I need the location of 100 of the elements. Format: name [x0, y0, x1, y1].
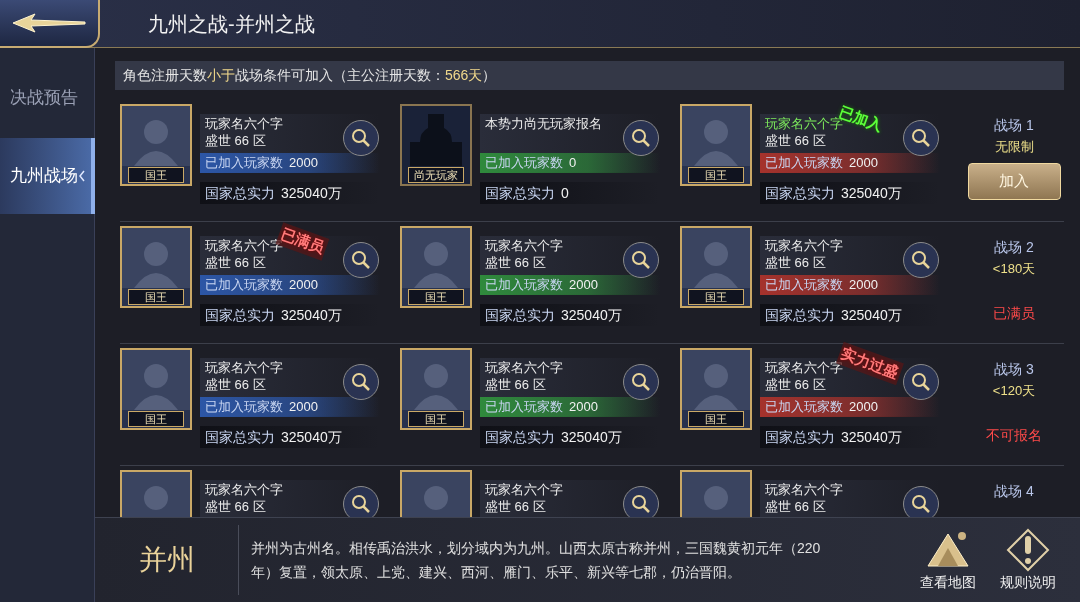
search-button[interactable] — [903, 242, 939, 278]
server-name: 盛世 66 区 — [205, 498, 267, 515]
portrait-placeholder — [402, 228, 470, 288]
search-button[interactable] — [903, 486, 939, 517]
chevron-left-icon — [79, 170, 85, 182]
power-value: 325040万 — [281, 183, 342, 203]
search-button[interactable] — [903, 364, 939, 400]
search-icon — [351, 494, 371, 514]
joined-label: 已加入玩家数 — [765, 154, 843, 173]
power-value: 325040万 — [281, 427, 342, 447]
power-label: 国家总实力 — [485, 183, 555, 203]
rank-label: 国王 — [128, 289, 184, 305]
power-label: 国家总实力 — [485, 305, 555, 325]
battlefield-label: 战场 4 — [994, 482, 1034, 501]
sidebar-tab[interactable]: 决战预告 — [0, 78, 95, 118]
joined-label: 已加入玩家数 — [205, 154, 283, 173]
battlefield-status: 不可报名 — [986, 426, 1042, 445]
join-condition-notice: 角色注册天数小于战场条件可加入（主公注册天数：566天） — [115, 61, 1064, 90]
battlefield-label: 战场 2 — [994, 238, 1034, 257]
region-name: 并州 — [137, 543, 196, 577]
power-value: 325040万 — [841, 427, 902, 447]
power-value: 325040万 — [841, 183, 902, 203]
portrait-placeholder — [402, 350, 470, 410]
joined-label: 已加入玩家数 — [765, 276, 843, 295]
exclamation-diamond-icon — [1004, 527, 1052, 572]
search-icon — [351, 250, 371, 270]
joined-count: 2000 — [569, 276, 598, 295]
rank-label: 国王 — [128, 411, 184, 427]
joined-count: 2000 — [289, 276, 318, 295]
search-button[interactable] — [903, 120, 939, 156]
joined-label: 已加入玩家数 — [485, 398, 563, 417]
power-label: 国家总实力 — [765, 183, 835, 203]
portrait-placeholder — [122, 350, 190, 410]
player-name: 玩家名六个字 — [485, 359, 563, 376]
portrait-placeholder — [122, 106, 190, 166]
joined-label: 已加入玩家数 — [205, 276, 283, 295]
joined-label: 已加入玩家数 — [485, 154, 563, 173]
search-button[interactable] — [343, 120, 379, 156]
joined-label: 已加入玩家数 — [205, 398, 283, 417]
server-name: 盛世 66 区 — [765, 132, 827, 149]
power-value: 0 — [561, 183, 569, 203]
joined-count: 2000 — [289, 154, 318, 173]
power-value: 325040万 — [561, 427, 622, 447]
battlefield-condition: <180天 — [992, 260, 1036, 278]
player-name: 玩家名六个字 — [485, 237, 563, 254]
back-button[interactable] — [0, 0, 100, 48]
search-button[interactable] — [343, 364, 379, 400]
player-name: 玩家名六个字 — [765, 481, 843, 498]
battlefield-status: 已满员 — [993, 304, 1035, 323]
player-name: 玩家名六个字 — [205, 481, 283, 498]
search-icon — [911, 250, 931, 270]
server-name: 盛世 66 区 — [205, 376, 267, 393]
search-icon — [631, 128, 651, 148]
joined-label: 已加入玩家数 — [485, 276, 563, 295]
joined-count: 2000 — [849, 154, 878, 173]
power-label: 国家总实力 — [205, 427, 275, 447]
back-arrow-icon — [11, 12, 87, 34]
search-icon — [911, 494, 931, 514]
search-icon — [631, 372, 651, 392]
power-label: 国家总实力 — [765, 427, 835, 447]
joined-count: 2000 — [849, 276, 878, 295]
rank-label: 国王 — [408, 289, 464, 305]
server-name: 盛世 66 区 — [485, 498, 547, 515]
search-icon — [911, 128, 931, 148]
server-name: 盛世 66 区 — [765, 498, 827, 515]
power-value: 325040万 — [841, 305, 902, 325]
server-name: 盛世 66 区 — [205, 132, 267, 149]
rank-label: 尚无玩家 — [408, 167, 464, 183]
rank-label: 国王 — [688, 411, 744, 427]
player-name: 玩家名六个字 — [205, 115, 283, 132]
power-value: 325040万 — [281, 305, 342, 325]
joined-count: 2000 — [849, 398, 878, 417]
rules-button[interactable]: 规则说明 — [997, 527, 1059, 593]
server-name: 盛世 66 区 — [485, 376, 547, 393]
player-name: 本势力尚无玩家报名 — [485, 115, 602, 132]
power-value: 325040万 — [561, 305, 622, 325]
portrait-placeholder — [682, 228, 750, 288]
search-icon — [631, 250, 651, 270]
search-button[interactable] — [343, 242, 379, 278]
region-description: 并州为古州名。相传禹治洪水，划分域内为九州。山西太原古称并州，三国魏黄初元年（220年）复置，领太原、上党、建兴、西河、雁门、乐平、新兴等七郡，仍治晋阳。 — [251, 539, 822, 582]
search-button[interactable] — [623, 364, 659, 400]
rank-label: 国王 — [688, 289, 744, 305]
sidebar-tab[interactable]: 九州战场 — [0, 138, 95, 214]
search-button[interactable] — [623, 242, 659, 278]
server-name: 盛世 66 区 — [765, 254, 827, 271]
page-title: 九州之战-并州之战 — [148, 11, 315, 37]
search-button[interactable] — [343, 486, 379, 517]
battlefield-label: 战场 3 — [994, 360, 1034, 379]
battlefield-condition: 无限制 — [994, 138, 1034, 156]
power-label: 国家总实力 — [485, 427, 555, 447]
joined-count: 0 — [569, 154, 577, 173]
power-label: 国家总实力 — [765, 305, 835, 325]
player-name: 玩家名六个字 — [765, 237, 843, 254]
view-map-button[interactable]: 查看地图 — [917, 527, 979, 593]
joined-count: 2000 — [289, 398, 318, 417]
search-button[interactable] — [623, 120, 659, 156]
battlefield-condition: <120天 — [992, 382, 1036, 400]
search-icon — [351, 128, 371, 148]
search-button[interactable] — [623, 486, 659, 517]
joined-label: 已加入玩家数 — [765, 398, 843, 417]
